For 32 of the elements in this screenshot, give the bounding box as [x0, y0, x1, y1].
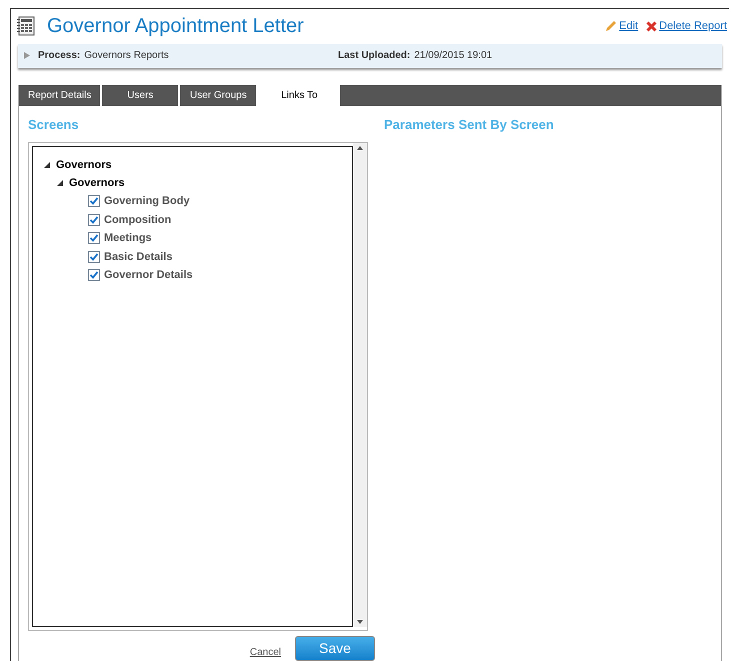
expand-arrow-icon[interactable]	[24, 52, 30, 60]
checkbox[interactable]	[88, 214, 100, 226]
tree-item-label[interactable]: Basic Details	[104, 248, 172, 265]
tree-item-label[interactable]: Governing Body	[104, 193, 190, 210]
field-label: Process:	[38, 49, 80, 64]
tab[interactable]: Links To	[258, 84, 340, 106]
report-icon	[17, 16, 35, 36]
field-label: Last Uploaded:	[338, 49, 410, 64]
scroll-up-icon[interactable]	[357, 146, 363, 150]
tree-item-label[interactable]: Governor Details	[104, 267, 193, 284]
scrollbar[interactable]	[353, 143, 367, 627]
tree-item-label[interactable]: Meetings	[104, 230, 152, 246]
checkbox[interactable]	[88, 250, 100, 263]
scroll-down-icon[interactable]	[357, 620, 363, 624]
field-value: Governors Reports	[84, 49, 169, 64]
collapse-triangle-icon[interactable]	[44, 162, 50, 168]
tree-node-label[interactable]: Governors	[56, 156, 112, 174]
cross-icon	[646, 20, 658, 32]
tree-node-label[interactable]: Governors	[69, 174, 125, 192]
checkbox[interactable]	[88, 269, 100, 282]
cancel-link[interactable]: Cancel	[250, 645, 281, 660]
delete-link[interactable]: Delete Report	[646, 18, 727, 34]
checkbox[interactable]	[88, 195, 100, 208]
checkbox[interactable]	[88, 232, 100, 244]
section-heading: Screens	[28, 116, 80, 134]
section-heading: Parameters Sent By Screen	[384, 116, 554, 134]
page-title: Governor Appointment Letter	[47, 14, 305, 39]
pencil-icon	[605, 20, 618, 32]
field-value: 21/09/2015 19:01	[414, 49, 492, 64]
edit-link[interactable]: Edit	[605, 18, 638, 34]
tree-item-label[interactable]: Composition	[104, 212, 172, 228]
collapse-triangle-icon[interactable]	[57, 180, 63, 186]
